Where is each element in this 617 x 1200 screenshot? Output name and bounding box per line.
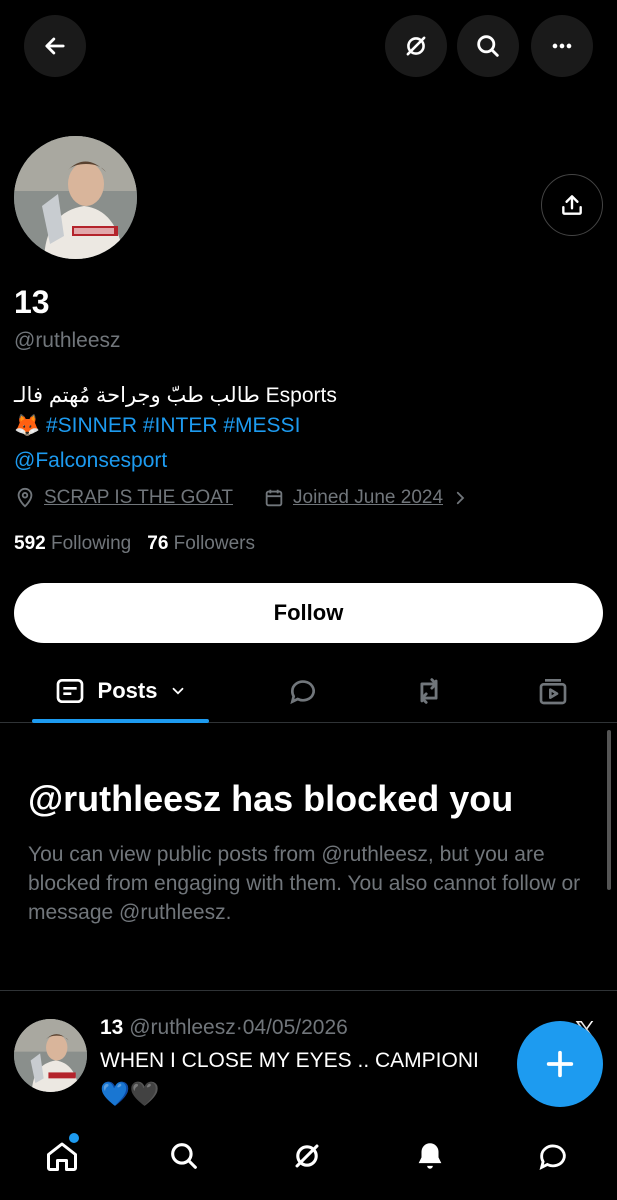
bio-hashtags[interactable]: #SINNER #INTER #MESSI [46, 414, 300, 437]
profile-meta: SCRAP IS THE GOAT Joined June 2024 [14, 487, 469, 509]
profile-photo [14, 136, 137, 259]
tab-media[interactable] [533, 660, 573, 722]
reply-bubble-icon [290, 680, 315, 705]
avatar[interactable] [14, 136, 137, 259]
bio-line-1: طالب طبّ وجراحة مُهتم فالـ Esports [14, 384, 337, 407]
search-button[interactable] [457, 15, 519, 77]
home-notification-dot [69, 1133, 79, 1143]
fox-emoji: 🦊 [14, 414, 41, 437]
tab-reposts[interactable] [409, 660, 449, 722]
tab-replies[interactable] [283, 660, 323, 722]
follow-stats: 592 Following 76 Followers [14, 533, 255, 555]
post-avatar[interactable] [14, 1019, 87, 1092]
share-button[interactable] [541, 174, 603, 236]
nav-notifications[interactable] [410, 1136, 450, 1176]
grok-icon [295, 1144, 319, 1168]
posts-tab-icon [56, 679, 83, 703]
divider [0, 990, 617, 991]
bio-line-2: 🦊 #SINNER #INTER #MESSI [14, 414, 300, 438]
search-icon [171, 1143, 197, 1169]
chevron-down-icon [173, 687, 184, 695]
grok-icon [406, 36, 426, 56]
plus-icon [546, 1050, 574, 1078]
repost-icon [420, 678, 438, 704]
nav-grok[interactable] [287, 1136, 327, 1176]
post-header: 13 @ruthleesz·04/05/2026 [100, 1016, 348, 1039]
post-author-handle[interactable]: @ruthleesz [129, 1016, 236, 1039]
nav-messages[interactable] [533, 1136, 573, 1176]
media-icon [539, 679, 567, 705]
post-profile-photo [14, 1019, 87, 1092]
location-text[interactable]: SCRAP IS THE GOAT [44, 487, 233, 509]
followers-stat[interactable]: 76 Followers [147, 533, 255, 555]
post-emojis: 💙🖤 [100, 1081, 160, 1108]
share-icon [562, 195, 582, 215]
bell-icon [418, 1143, 442, 1169]
bio-mention-link[interactable]: @Falconsesport [14, 449, 167, 473]
nav-search[interactable] [164, 1136, 204, 1176]
post-author-name[interactable]: 13 [100, 1016, 123, 1039]
blocked-description: You can view public posts from @ruthlees… [28, 843, 581, 924]
display-name: 13 [14, 284, 50, 320]
post-text: WHEN I CLOSE MY EYES .. CAMPIONI [100, 1049, 479, 1072]
joined-date[interactable]: Joined June 2024 [293, 487, 443, 509]
calendar-icon [265, 489, 283, 507]
post-date: 04/05/2026 [242, 1016, 348, 1039]
search-icon [477, 35, 499, 57]
location-pin-icon [17, 487, 33, 508]
message-bubble-icon [539, 1144, 566, 1170]
follow-button[interactable]: Follow [14, 583, 603, 643]
scrollbar[interactable] [607, 730, 611, 890]
blocked-title: @ruthleesz has blocked you [28, 778, 514, 819]
grok-button[interactable] [385, 15, 447, 77]
profile-handle: @ruthleesz [14, 329, 121, 352]
back-button[interactable] [24, 15, 86, 77]
profile-tabs: Posts [0, 660, 617, 723]
more-button[interactable] [531, 15, 593, 77]
arrow-left-icon [45, 37, 65, 55]
tab-posts[interactable]: Posts [32, 660, 209, 722]
chevron-right-icon [456, 491, 465, 505]
active-tab-indicator [32, 719, 209, 723]
tab-posts-label: Posts [97, 678, 158, 703]
following-stat[interactable]: 592 Following [14, 533, 131, 555]
compose-button[interactable] [517, 1021, 603, 1107]
ellipsis-icon [552, 43, 572, 49]
home-icon [47, 1142, 77, 1171]
bottom-nav [0, 1118, 617, 1200]
